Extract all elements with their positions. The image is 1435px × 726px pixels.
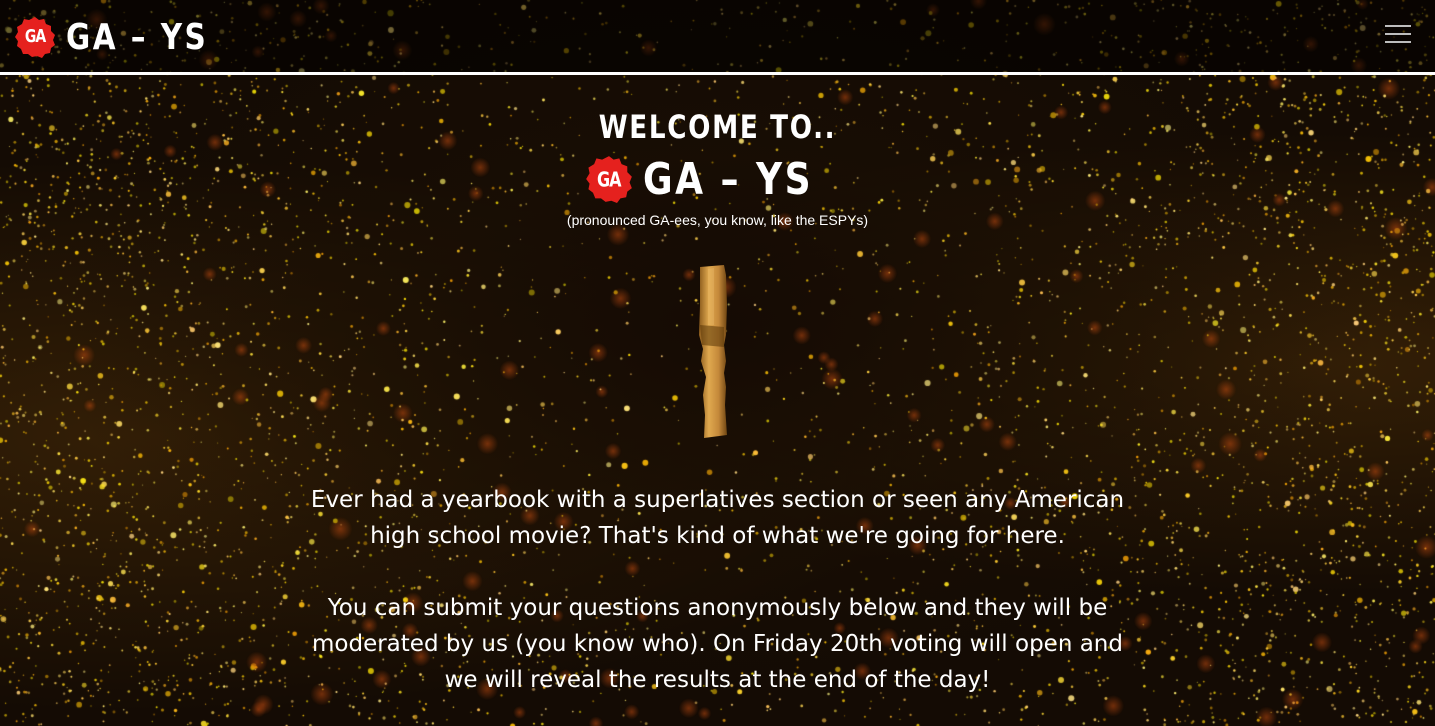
page: GA GA – YS WELCOME TO.. GA GA – YS (pron… (0, 0, 1435, 726)
badge-text: GA (24, 27, 46, 47)
hero-logo: GA GA – YS (0, 153, 1435, 205)
top-navigation-bar: GA GA – YS (0, 0, 1435, 75)
pronunciation-note: (pronounced GA-ees, you know, like the E… (566, 212, 869, 228)
site-logo[interactable]: GA GA – YS (14, 14, 239, 60)
welcome-heading: WELCOME TO.. (598, 108, 837, 146)
gold-trophy-icon (699, 265, 727, 438)
hamburger-menu-icon[interactable] (1385, 25, 1411, 47)
ga-badge-icon: GA (14, 16, 56, 58)
hero-section: WELCOME TO.. GA GA – YS (pronounced GA-e… (0, 100, 1435, 228)
intro-paragraph-2: You can submit your questions anonymousl… (312, 595, 1123, 693)
hero-brand-name: GA – YS (642, 153, 813, 205)
ga-badge-icon: GA (585, 155, 633, 203)
intro-paragraph-1: Ever had a yearbook with a superlatives … (310, 487, 1125, 549)
badge-text: GA (597, 167, 621, 191)
brand-name: GA – YS (66, 16, 209, 58)
intro-text: Ever had a yearbook with a superlatives … (300, 482, 1135, 726)
